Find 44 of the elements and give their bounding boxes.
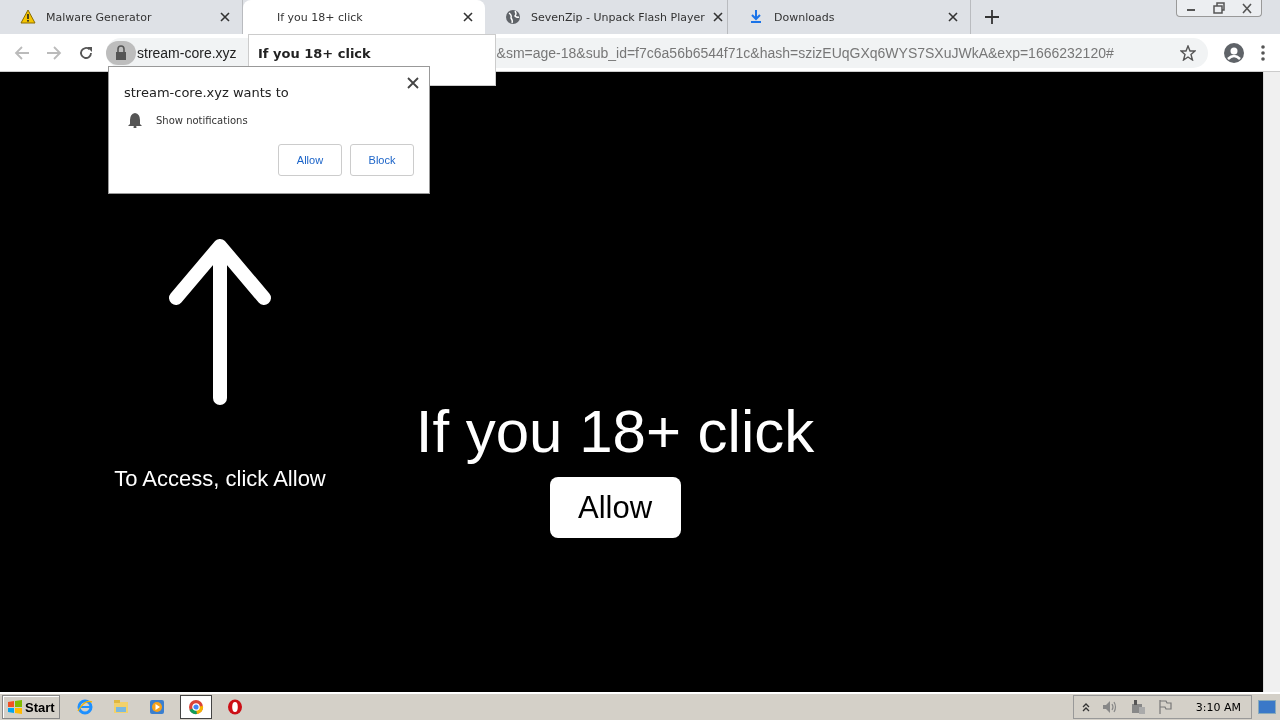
allow-button[interactable]: Allow <box>278 144 342 176</box>
reload-icon[interactable] <box>78 44 94 61</box>
url-query: &sm=age-18&sub_id=f7c6a56b6544f71c&hash=szizEUqGXq6WYS7SXuJWkA&exp=1666232120# <box>496 44 1115 61</box>
tab-title: Downloads <box>774 10 836 24</box>
window-controls[interactable] <box>1176 0 1262 17</box>
popup-title: stream-core.xyz wants to <box>124 85 290 100</box>
tab-title: Malware Generator <box>46 10 153 24</box>
windows-logo-icon <box>7 700 23 714</box>
close-icon[interactable] <box>463 12 473 22</box>
tab-title: If you 18+ click <box>276 10 364 24</box>
browser-tab[interactable]: If you 18+ click <box>243 0 485 34</box>
chevron-up-icon[interactable] <box>1081 702 1090 712</box>
account-icon[interactable] <box>1224 42 1244 63</box>
close-icon[interactable] <box>220 12 230 22</box>
menu-icon[interactable] <box>1260 43 1266 62</box>
globe-icon <box>505 9 521 25</box>
close-icon[interactable] <box>712 12 723 22</box>
block-button[interactable]: Block <box>350 144 414 176</box>
close-icon[interactable] <box>948 12 958 22</box>
page-heading: If you 18+ click <box>415 397 815 467</box>
allow-button[interactable]: Allow <box>549 477 681 538</box>
access-hint: To Access, click Allow <box>114 466 326 492</box>
media-player-icon <box>148 699 165 715</box>
download-icon <box>748 9 764 25</box>
new-tab-icon[interactable] <box>985 10 999 24</box>
lock-icon[interactable] <box>106 40 136 65</box>
close-icon[interactable] <box>407 77 419 89</box>
network-icon[interactable] <box>1129 699 1146 715</box>
bell-icon <box>128 112 142 128</box>
up-arrow-icon <box>168 238 272 406</box>
taskbar-app[interactable] <box>179 695 212 719</box>
permission-label: Show notifications <box>156 114 248 126</box>
clock[interactable]: 3:10 AM <box>1195 700 1241 714</box>
chrome-icon <box>187 699 204 715</box>
opera-icon <box>226 699 243 715</box>
browser-icon <box>76 699 93 715</box>
star-icon[interactable] <box>1180 44 1196 61</box>
folder-icon <box>112 699 129 715</box>
scrollbar[interactable] <box>1263 72 1280 692</box>
start-button[interactable]: Start <box>2 695 60 719</box>
url-host: stream-core.xyz <box>137 44 237 61</box>
tab-title: SevenZip - Unpack Flash Player <box>531 10 705 24</box>
tooltip-title: If you 18+ click <box>258 46 371 61</box>
warning-icon <box>20 9 36 25</box>
